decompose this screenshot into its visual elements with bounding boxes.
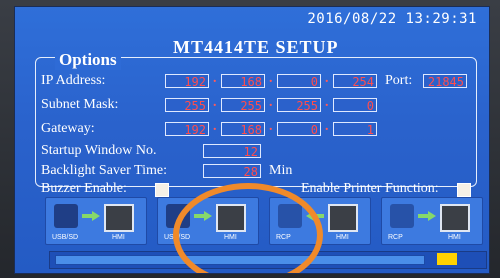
gateway-dot-1: .	[213, 119, 217, 134]
subnet-octet-1[interactable]: 255	[165, 98, 209, 113]
options-label: Options	[55, 50, 121, 70]
rcp-icon	[390, 204, 414, 228]
startup-window-field[interactable]: 12	[203, 144, 261, 159]
ip-dot-1: .	[213, 71, 217, 86]
ip-octet-2[interactable]: 168	[221, 74, 265, 89]
gateway-octet-3[interactable]: 0	[277, 122, 321, 137]
startup-window-label: Startup Window No.	[41, 143, 157, 158]
subnet-dot-1: .	[213, 95, 217, 110]
status-indicator	[437, 253, 457, 265]
arrow-right-icon	[418, 211, 436, 221]
printer-function-label: Enable Printer Function:	[301, 181, 439, 196]
subnet-dot-3: .	[325, 95, 329, 110]
gateway-dot-3: .	[325, 119, 329, 134]
hmi-icon	[440, 204, 470, 232]
subnet-mask-label: Subnet Mask:	[41, 97, 119, 112]
buzzer-enable-label: Buzzer Enable:	[41, 181, 127, 196]
gateway-octet-4[interactable]: 1	[333, 122, 377, 137]
port-label: Port:	[385, 73, 413, 88]
gateway-dot-2: .	[269, 119, 273, 134]
gateway-octet-1[interactable]: 192	[165, 122, 209, 137]
gateway-octet-2[interactable]: 168	[221, 122, 265, 137]
backlight-saver-field[interactable]: 28	[203, 164, 261, 179]
usb-sd-icon	[54, 204, 78, 228]
ip-dot-2: .	[269, 71, 273, 86]
buzzer-checkbox[interactable]	[155, 183, 169, 197]
backlight-saver-label: Backlight Saver Time:	[41, 163, 167, 178]
ip-octet-1[interactable]: 192	[165, 74, 209, 89]
ip-octet-4[interactable]: 254	[333, 74, 377, 89]
hmi-icon	[104, 204, 134, 232]
datetime-display: 2016/08/22 13:29:31	[307, 11, 477, 27]
mode-left-label: RCP	[388, 234, 403, 241]
arrow-right-icon	[82, 211, 100, 221]
gateway-label: Gateway:	[41, 121, 95, 136]
backlight-unit: Min	[269, 163, 293, 178]
page-title: MT4414TE SETUP	[173, 37, 339, 57]
mode-button-rcp-to-hmi-2[interactable]: RCP HMI	[381, 197, 483, 245]
subnet-octet-3[interactable]: 255	[277, 98, 321, 113]
subnet-octet-4[interactable]: 0	[333, 98, 377, 113]
mode-right-label: HMI	[336, 234, 349, 241]
printer-checkbox[interactable]	[457, 183, 471, 197]
mode-left-label: USB/SD	[52, 234, 79, 241]
subnet-dot-2: .	[269, 95, 273, 110]
mode-right-label: HMI	[448, 234, 461, 241]
ip-address-label: IP Address:	[41, 73, 106, 88]
ip-octet-3[interactable]: 0	[277, 74, 321, 89]
port-field[interactable]: 21845	[423, 74, 467, 89]
hmi-icon	[328, 204, 358, 232]
mode-button-usb-sd-to-hmi[interactable]: USB/SD HMI	[45, 197, 147, 245]
subnet-octet-2[interactable]: 255	[221, 98, 265, 113]
mode-right-label: HMI	[112, 234, 125, 241]
hmi-screen: 2016/08/22 13:29:31 MT4414TE SETUP Optio…	[14, 6, 490, 274]
ip-dot-3: .	[325, 71, 329, 86]
